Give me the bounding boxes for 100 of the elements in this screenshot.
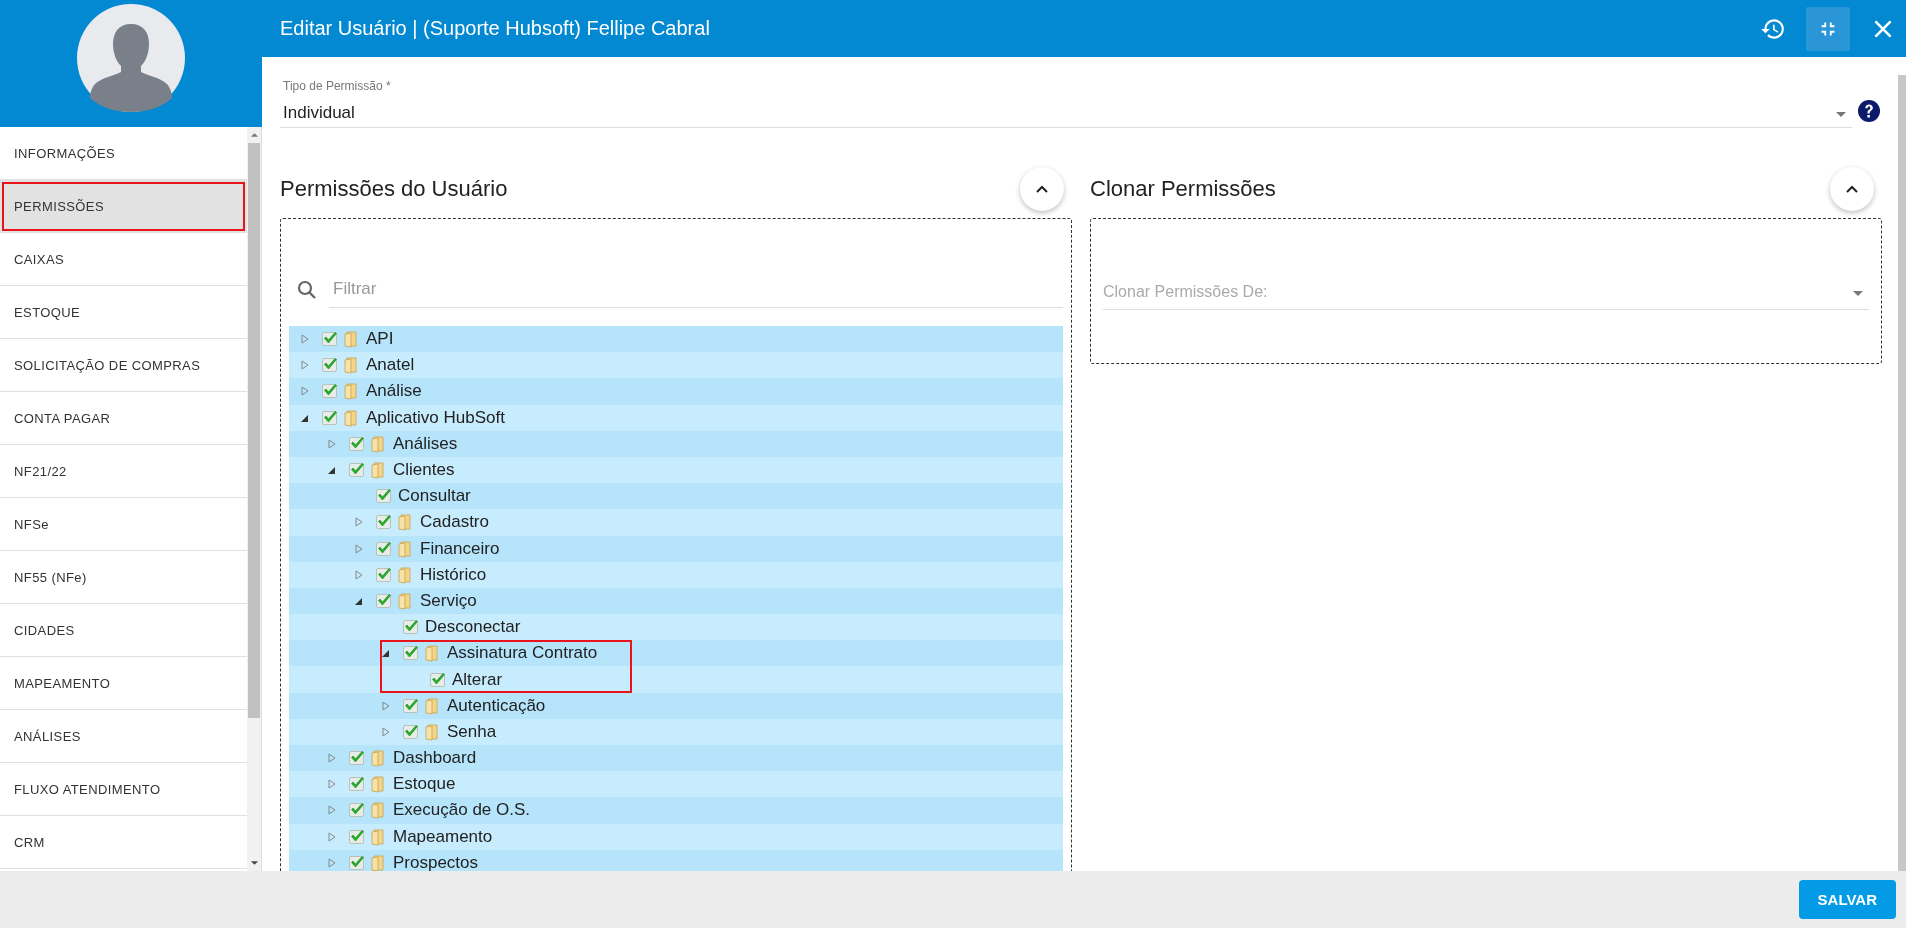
field-value: Individual bbox=[283, 103, 355, 123]
scrollbar[interactable] bbox=[1898, 75, 1906, 871]
folder-icon bbox=[344, 382, 358, 401]
expanded-triangle-icon[interactable] bbox=[382, 648, 390, 659]
folder-icon bbox=[371, 827, 385, 846]
folder-icon bbox=[344, 356, 358, 375]
folder-icon bbox=[398, 539, 412, 558]
chevron-icon bbox=[1036, 185, 1048, 193]
checkbox[interactable] bbox=[403, 619, 419, 636]
checkbox[interactable] bbox=[349, 828, 365, 845]
tree-label: Análises bbox=[393, 433, 458, 454]
section-title: Permissões do Usuário bbox=[280, 176, 508, 202]
tree-row[interactable]: Consultar bbox=[289, 483, 1063, 510]
scroll-down-icon[interactable] bbox=[249, 859, 259, 867]
tree-row[interactable]: Cadastro bbox=[289, 509, 1063, 536]
tree-label: Anatel bbox=[366, 355, 415, 376]
tree-row[interactable]: Clientes bbox=[289, 456, 1063, 484]
tree-row[interactable]: Aplicativo HubSoft bbox=[289, 404, 1063, 431]
tree-row[interactable]: Anatel bbox=[289, 352, 1063, 379]
tree-label: API bbox=[366, 329, 394, 350]
tree-row[interactable]: Estoque bbox=[289, 771, 1063, 798]
collapsed-triangle-icon[interactable] bbox=[328, 753, 336, 764]
checkbox[interactable] bbox=[322, 409, 338, 426]
tree-row[interactable]: Análise bbox=[289, 378, 1063, 405]
tree-row[interactable]: Financeiro bbox=[289, 535, 1063, 562]
tree-row[interactable]: Dashboard bbox=[289, 745, 1063, 772]
folder-icon bbox=[371, 461, 385, 480]
collapsed-triangle-icon[interactable] bbox=[328, 831, 336, 842]
tree-row[interactable]: Prospectos bbox=[289, 849, 1063, 871]
tree-row[interactable]: API bbox=[289, 326, 1063, 353]
checkbox[interactable] bbox=[349, 802, 365, 819]
tree-row[interactable]: Execução de O.S. bbox=[289, 797, 1063, 824]
tree-label: Desconectar bbox=[425, 617, 521, 638]
tree-label: Assinatura Contrato bbox=[447, 643, 598, 664]
permission-type-select[interactable]: Tipo de Permissão * Individual bbox=[280, 79, 1852, 128]
tree-label: Histórico bbox=[420, 564, 487, 585]
checkbox[interactable] bbox=[322, 383, 338, 400]
collapsed-triangle-icon[interactable] bbox=[355, 543, 363, 554]
tree-label: Cadastro bbox=[420, 512, 489, 533]
folder-icon bbox=[344, 408, 358, 427]
expanded-triangle-icon[interactable] bbox=[328, 465, 336, 476]
checkbox[interactable] bbox=[349, 750, 365, 767]
collapse-button[interactable] bbox=[1020, 167, 1064, 211]
folder-icon bbox=[371, 749, 385, 768]
tree-label: Alterar bbox=[452, 669, 503, 690]
collapsed-triangle-icon[interactable] bbox=[328, 857, 336, 868]
collapsed-triangle-icon[interactable] bbox=[382, 726, 390, 737]
tree-row[interactable]: Senha bbox=[289, 718, 1063, 745]
checkbox[interactable] bbox=[376, 566, 392, 583]
tree-row[interactable]: Análises bbox=[289, 430, 1063, 457]
tree-label: Senha bbox=[447, 721, 497, 742]
tree-row[interactable]: Alterar bbox=[289, 666, 1063, 693]
field-label: Tipo de Permissão * bbox=[283, 79, 392, 93]
tree-row[interactable]: Autenticação bbox=[289, 692, 1063, 719]
folder-icon bbox=[371, 853, 385, 871]
checkbox[interactable] bbox=[376, 592, 392, 609]
checkbox[interactable] bbox=[349, 776, 365, 793]
collapsed-triangle-icon[interactable] bbox=[328, 805, 336, 816]
collapsed-triangle-icon[interactable] bbox=[382, 700, 390, 711]
minimize-button[interactable] bbox=[1806, 6, 1850, 51]
tree-label: Aplicativo HubSoft bbox=[366, 407, 505, 428]
help-icon[interactable] bbox=[1858, 100, 1880, 122]
checkbox[interactable] bbox=[376, 514, 392, 531]
checkbox[interactable] bbox=[349, 462, 365, 479]
checkbox[interactable] bbox=[403, 645, 419, 662]
checkbox[interactable] bbox=[376, 488, 392, 505]
scrollbar[interactable] bbox=[247, 127, 262, 871]
tree-label: Financeiro bbox=[420, 538, 500, 559]
tree-label: Execução de O.S. bbox=[393, 800, 531, 821]
checkbox[interactable] bbox=[430, 671, 446, 688]
sidebar-item[interactable]: PERMISSÕES bbox=[0, 180, 247, 233]
section-title: Clonar Permissões bbox=[1090, 176, 1276, 202]
tree-label: Mapeamento bbox=[393, 826, 493, 847]
checkbox[interactable] bbox=[322, 357, 338, 374]
checkbox[interactable] bbox=[349, 435, 365, 452]
collapsed-triangle-icon[interactable] bbox=[355, 517, 363, 528]
tree-row[interactable]: Histórico bbox=[289, 561, 1063, 588]
collapsed-triangle-icon[interactable] bbox=[355, 569, 363, 580]
tree-label: Autenticação bbox=[447, 695, 546, 716]
checkbox[interactable] bbox=[403, 723, 419, 740]
collapsed-triangle-icon[interactable] bbox=[301, 386, 309, 397]
scroll-up-icon[interactable] bbox=[249, 131, 259, 139]
collapsed-triangle-icon[interactable] bbox=[301, 334, 309, 345]
folder-icon bbox=[425, 696, 439, 715]
checkbox[interactable] bbox=[349, 854, 365, 871]
tree-row[interactable]: Serviço bbox=[289, 587, 1063, 615]
collapsed-triangle-icon[interactable] bbox=[328, 438, 336, 449]
tree-label: Análise bbox=[366, 381, 422, 402]
select-placeholder: Clonar Permissões De: bbox=[1103, 283, 1268, 300]
collapse-button[interactable] bbox=[1830, 167, 1874, 211]
chevron-icon bbox=[1846, 185, 1858, 193]
checkbox[interactable] bbox=[376, 540, 392, 557]
tree-row[interactable]: Desconectar bbox=[289, 614, 1063, 641]
collapsed-triangle-icon[interactable] bbox=[328, 779, 336, 790]
checkbox[interactable] bbox=[322, 331, 338, 348]
folder-icon bbox=[398, 565, 412, 584]
tree-row[interactable]: Mapeamento bbox=[289, 823, 1063, 850]
checkbox[interactable] bbox=[403, 697, 419, 714]
tree-row[interactable]: Assinatura Contrato bbox=[289, 640, 1063, 667]
collapsed-triangle-icon[interactable] bbox=[301, 360, 309, 371]
